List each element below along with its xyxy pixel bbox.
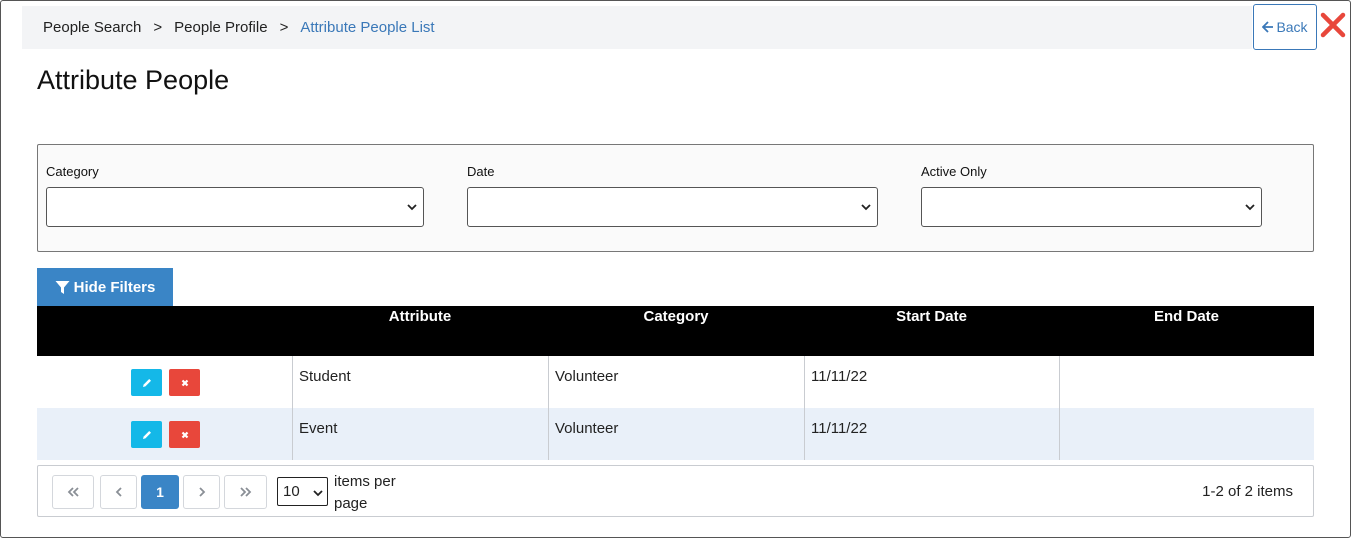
column-header-end-date[interactable]: End Date (1059, 308, 1314, 328)
first-page-button[interactable] (52, 475, 94, 509)
delete-button[interactable] (169, 421, 200, 448)
edit-button[interactable] (131, 369, 162, 396)
date-filter-label: Date (467, 164, 495, 179)
close-icon (181, 431, 188, 438)
table-row: Event Volunteer 11/11/22 (37, 408, 1314, 460)
table-row: Student Volunteer 11/11/22 (37, 356, 1314, 408)
breadcrumb-people-profile[interactable]: People Profile (174, 19, 267, 36)
chevron-down-icon (313, 490, 323, 497)
back-button[interactable]: Back (1253, 4, 1317, 50)
close-icon (181, 379, 188, 386)
breadcrumb-people-search[interactable]: People Search (43, 19, 141, 36)
previous-page-button[interactable] (100, 475, 137, 509)
category-select[interactable] (46, 187, 424, 227)
filter-panel: Category Date Active Only (37, 144, 1314, 252)
breadcrumb-separator: > (153, 19, 163, 36)
chevron-down-icon (1245, 204, 1255, 211)
last-page-button[interactable] (224, 475, 267, 509)
dialog-frame: People Search > People Profile > Attribu… (0, 0, 1351, 538)
chevron-down-icon (407, 204, 417, 211)
pencil-icon (142, 430, 151, 439)
breadcrumb-attribute-people-list[interactable]: Attribute People List (300, 19, 434, 36)
cell-end-date (1059, 408, 1314, 460)
breadcrumb-separator: > (279, 19, 289, 36)
pager-info: 1-2 of 2 items (1202, 483, 1293, 500)
cell-start-date: 11/11/22 (804, 356, 1059, 408)
chevron-down-icon (861, 204, 871, 211)
page-size-select[interactable]: 10 (277, 477, 328, 506)
chevron-right-icon (198, 487, 205, 497)
pencil-icon (142, 378, 151, 387)
breadcrumb: People Search > People Profile > Attribu… (22, 6, 1252, 49)
chevron-left-icon (115, 487, 122, 497)
hide-filters-button[interactable]: Hide Filters (37, 268, 173, 306)
column-header-start-date[interactable]: Start Date (804, 308, 1059, 328)
edit-button[interactable] (131, 421, 162, 448)
cell-category: Volunteer (548, 356, 804, 408)
cell-end-date (1059, 356, 1314, 408)
cell-attribute: Event (292, 408, 548, 460)
next-page-button[interactable] (183, 475, 220, 509)
page-number-button[interactable]: 1 (141, 475, 179, 509)
column-header-actions (37, 308, 292, 328)
cell-attribute: Student (292, 356, 548, 408)
column-header-attribute[interactable]: Attribute (292, 308, 548, 328)
table-header: Attribute Category Start Date End Date (37, 306, 1314, 356)
items-per-page-label: items per page (334, 473, 396, 512)
hide-filters-label: Hide Filters (73, 278, 156, 296)
category-filter-label: Category (46, 164, 99, 179)
active-only-filter-label: Active Only (921, 164, 987, 179)
back-button-label: Back (1276, 19, 1308, 35)
delete-button[interactable] (169, 369, 200, 396)
cell-category: Volunteer (548, 408, 804, 460)
double-chevron-right-icon (239, 487, 251, 497)
column-header-category[interactable]: Category (548, 308, 804, 328)
page-size-value: 10 (283, 483, 300, 500)
funnel-icon (55, 280, 70, 294)
pager: 1 10 items per page 1-2 of 2 items (37, 465, 1314, 517)
close-x-icon[interactable] (1319, 10, 1347, 40)
page-title: Attribute People (37, 65, 230, 95)
arrow-left-icon (1262, 21, 1274, 33)
date-select[interactable] (467, 187, 878, 227)
active-only-select[interactable] (921, 187, 1262, 227)
cell-start-date: 11/11/22 (804, 408, 1059, 460)
double-chevron-left-icon (67, 487, 79, 497)
